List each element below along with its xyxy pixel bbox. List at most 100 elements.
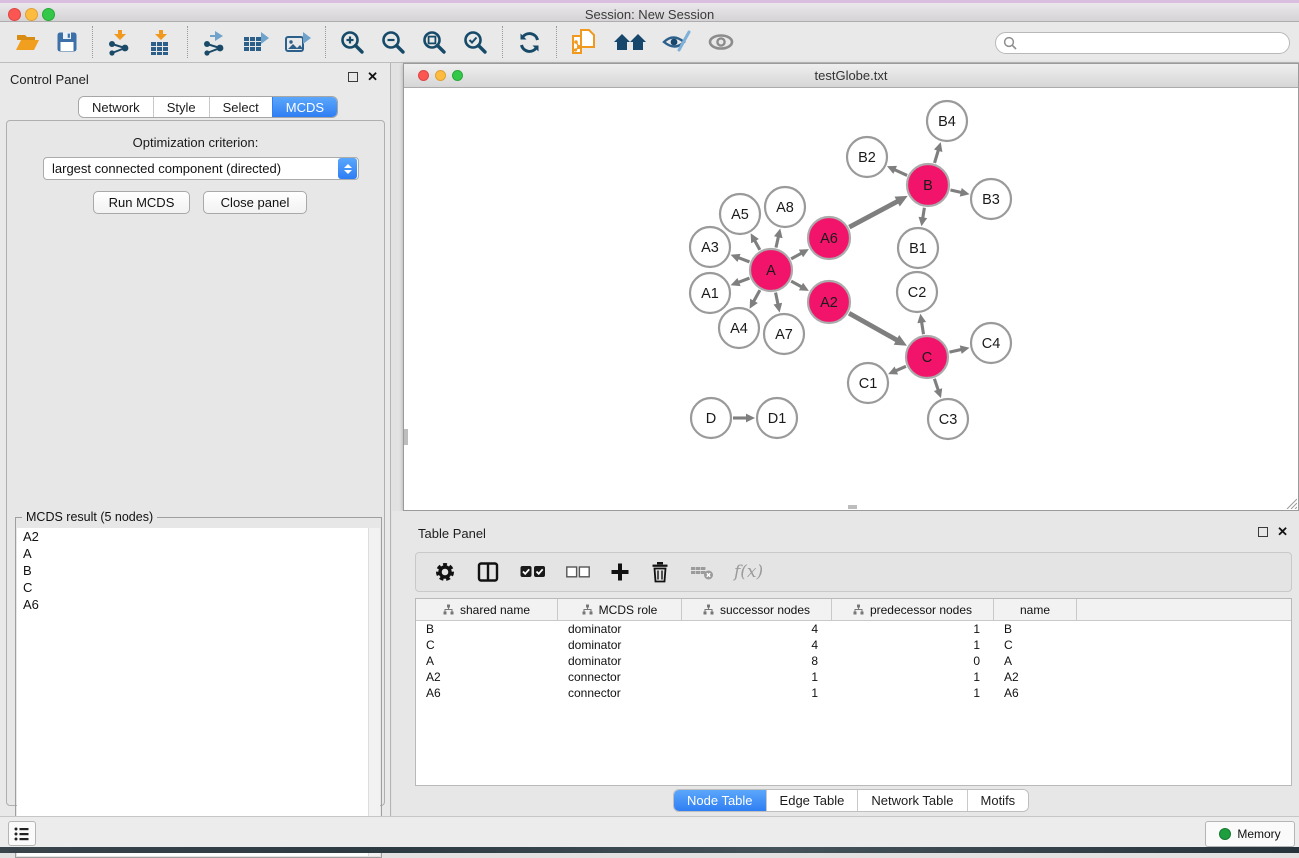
save-session-button[interactable] (48, 25, 86, 59)
export-table-button[interactable] (235, 25, 277, 59)
mcds-result-legend: MCDS result (5 nodes) (22, 510, 157, 524)
arrowhead-icon (960, 188, 970, 197)
close-panel-icon[interactable]: ✕ (1277, 527, 1288, 537)
select-all-rows-button[interactable] (510, 565, 556, 579)
zoom-in-button[interactable] (332, 25, 373, 59)
toolbar-separator (325, 26, 326, 58)
app-title: Session: New Session (0, 6, 1299, 23)
close-panel-button[interactable]: Close panel (203, 191, 307, 214)
column-view-button[interactable] (466, 561, 510, 583)
control-panel-tabs: NetworkStyleSelectMCDS (78, 96, 338, 118)
resize-grip-icon[interactable] (1285, 497, 1297, 509)
edge-A2-C[interactable] (849, 313, 898, 341)
cell: 1 (832, 685, 994, 701)
network-window-titlebar[interactable]: testGlobe.txt (404, 64, 1298, 88)
export-network-button[interactable] (194, 25, 235, 59)
result-item[interactable]: A6 (17, 596, 370, 613)
edge-C-C4[interactable] (949, 349, 962, 352)
table-row[interactable]: Bdominator41B (416, 621, 1291, 637)
import-network-button[interactable] (99, 25, 140, 59)
home-button[interactable] (605, 25, 655, 59)
cell: 1 (682, 685, 832, 701)
run-mcds-button[interactable]: Run MCDS (93, 191, 190, 214)
network-graph-canvas[interactable]: B4B2BB3A5A8A6B1A3AC2A1A2A4A7C4CC1C3DD1 (404, 89, 1298, 510)
delete-column-button[interactable] (640, 561, 680, 583)
export-image-button[interactable] (277, 25, 319, 59)
table-panel-title: Table Panel (418, 526, 486, 541)
edge-B-B2[interactable] (893, 169, 907, 175)
column-header-shared-name[interactable]: shared name (416, 599, 558, 620)
zoom-selected-button[interactable] (455, 25, 496, 59)
zoom-fit-icon (421, 29, 448, 56)
memory-button[interactable]: Memory (1205, 821, 1295, 847)
graph-node-label: B3 (982, 192, 1000, 208)
float-panel-icon[interactable] (348, 72, 358, 82)
edge-C-C3[interactable] (934, 379, 938, 392)
mcds-result-list[interactable]: A2ABCA6 (17, 528, 370, 856)
tab-network-table[interactable]: Network Table (857, 790, 966, 811)
optimization-dropdown[interactable]: largest connected component (directed) (43, 157, 359, 180)
vertical-scrollbar-thumb[interactable] (404, 429, 408, 445)
network-window-title: testGlobe.txt (404, 68, 1298, 83)
tab-style[interactable]: Style (153, 97, 209, 117)
annotation-eye-button[interactable] (655, 25, 699, 59)
graph-node-label: C1 (859, 376, 878, 392)
task-history-button[interactable] (8, 821, 36, 846)
search-input[interactable] (995, 32, 1290, 54)
refresh-button[interactable] (509, 25, 550, 59)
result-item[interactable]: C (17, 579, 370, 596)
table-row[interactable]: Cdominator41C (416, 637, 1291, 653)
tab-mcds[interactable]: MCDS (272, 97, 337, 117)
result-item[interactable]: A (17, 545, 370, 562)
unchecked-boxes-icon (566, 566, 590, 579)
result-item[interactable]: B (17, 562, 370, 579)
close-panel-icon[interactable]: ✕ (367, 72, 378, 82)
import-network-icon (106, 29, 133, 56)
column-header-MCDS-role[interactable]: MCDS role (558, 599, 682, 620)
import-table-button[interactable] (140, 25, 181, 59)
delete-table-icon (690, 563, 714, 581)
delete-table-button[interactable] (680, 563, 724, 581)
tab-edge-table[interactable]: Edge Table (766, 790, 858, 811)
column-header-successor-nodes[interactable]: successor nodes (682, 599, 832, 620)
float-panel-icon[interactable] (1258, 527, 1268, 537)
edge-A-A4[interactable] (753, 290, 760, 302)
edge-C-C2[interactable] (921, 321, 923, 335)
zoom-out-icon (380, 29, 407, 56)
table-row[interactable]: A6connector11A6 (416, 685, 1291, 701)
columns-icon (476, 561, 500, 583)
table-row[interactable]: Adominator80A (416, 653, 1291, 669)
table-settings-button[interactable] (424, 561, 466, 583)
toolbar-separator (502, 26, 503, 58)
edge-B-B4[interactable] (935, 149, 939, 163)
cell: connector (558, 685, 682, 701)
result-item[interactable]: A2 (17, 528, 370, 545)
table-row[interactable]: A2connector11A2 (416, 669, 1291, 685)
tab-network[interactable]: Network (79, 97, 153, 117)
column-type-icon (443, 604, 454, 615)
zoom-out-button[interactable] (373, 25, 414, 59)
column-header-name[interactable]: name (994, 599, 1077, 620)
duplicate-network-button[interactable] (563, 25, 605, 59)
zoom-fit-button[interactable] (414, 25, 455, 59)
horizontal-scrollbar-thumb[interactable] (848, 505, 857, 509)
result-scrollbar[interactable] (368, 528, 380, 856)
memory-label: Memory (1237, 827, 1280, 841)
tab-select[interactable]: Select (209, 97, 272, 117)
refresh-icon (516, 29, 543, 56)
save-floppy-icon (55, 30, 79, 54)
column-header-predecessor-nodes[interactable]: predecessor nodes (832, 599, 994, 620)
tab-motifs[interactable]: Motifs (967, 790, 1029, 811)
open-session-button[interactable] (8, 25, 48, 59)
desktop-edge (0, 847, 1299, 853)
edge-A6-B[interactable] (849, 201, 899, 228)
cell: B (416, 621, 558, 637)
gear-icon (434, 561, 456, 583)
function-builder-button[interactable]: f(x) (724, 562, 773, 582)
tab-node-table[interactable]: Node Table (674, 790, 766, 811)
optimization-criterion-label: Optimization criterion: (7, 135, 384, 150)
view-eye-button[interactable] (699, 25, 743, 59)
export-network-icon (201, 29, 228, 56)
add-column-button[interactable] (600, 562, 640, 582)
deselect-all-rows-button[interactable] (556, 566, 600, 579)
